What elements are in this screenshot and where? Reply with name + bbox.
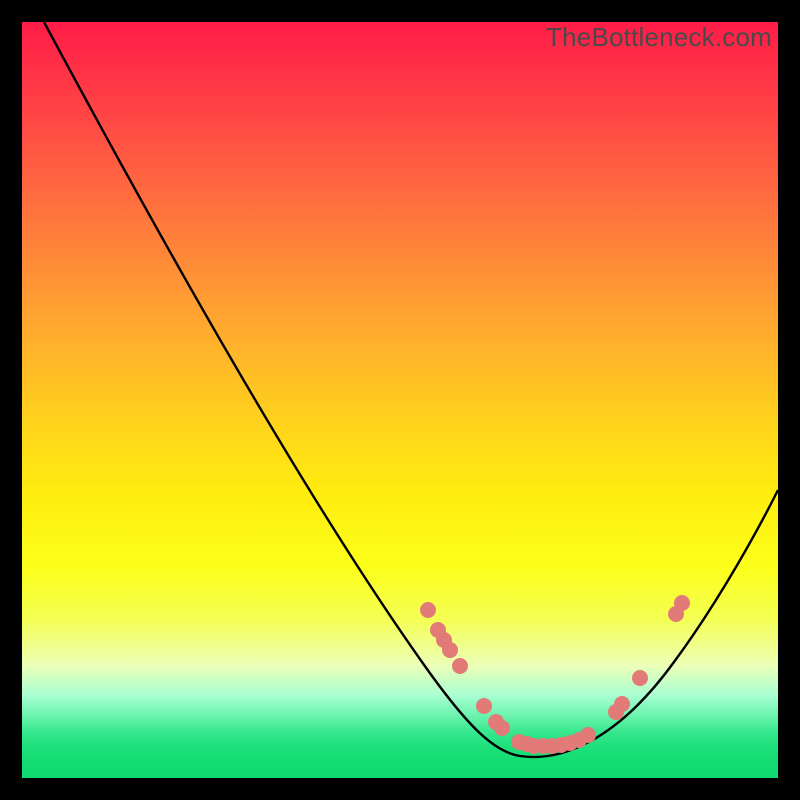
data-point [476,698,492,714]
bottleneck-curve [44,22,778,757]
data-point [494,720,510,736]
data-point [614,696,630,712]
data-point [674,595,690,611]
data-point [580,727,596,743]
data-point [442,642,458,658]
watermark-text: TheBottleneck.com [546,22,772,53]
chart-frame: TheBottleneck.com [22,22,778,778]
chart-svg [22,22,778,778]
data-point [420,602,436,618]
data-point [452,658,468,674]
data-point [632,670,648,686]
data-points-group [420,595,690,754]
